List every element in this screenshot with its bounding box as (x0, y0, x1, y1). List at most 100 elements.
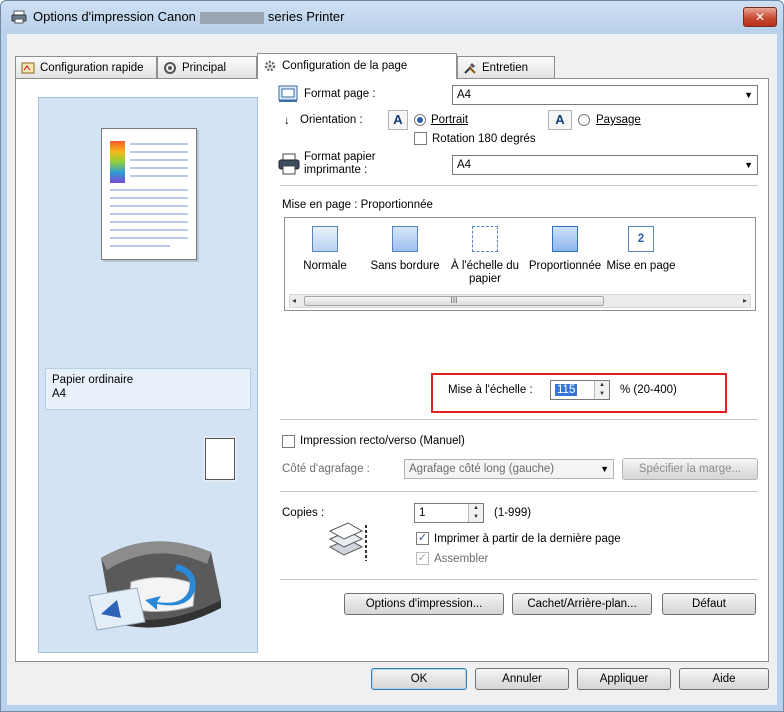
main-tab-icon (164, 62, 176, 74)
paper-orientation-thumbnail (205, 438, 235, 480)
preview-line (110, 245, 170, 247)
tab-page-setup[interactable]: Configuration de la page (257, 53, 457, 79)
copies-spin-buttons[interactable]: ▲ ▼ (468, 504, 483, 522)
printer-paper-size-select[interactable]: A4 ▼ (452, 155, 758, 175)
scaling-spin-buttons[interactable]: ▲ ▼ (594, 381, 609, 399)
page-size-value: A4 (457, 89, 472, 101)
print-options-window: Options d'impression Canon series Printer… (0, 0, 784, 712)
scrollbar-thumb[interactable]: III (304, 296, 604, 306)
landscape-label[interactable]: Paysage (596, 114, 641, 126)
layout-page-layout-label: Mise en page (606, 260, 676, 272)
page-size-select[interactable]: A4 ▼ (452, 85, 758, 105)
window-title: Options d'impression Canon series Printer (33, 9, 344, 24)
preview-line (110, 213, 188, 215)
layout-page-layout-icon: 2 (628, 226, 654, 252)
layout-normal-label: Normale (303, 260, 347, 272)
landscape-radio[interactable] (578, 114, 590, 126)
close-button[interactable]: ✕ (743, 7, 777, 27)
reverse-order-label[interactable]: Imprimer à partir de la dernière page (434, 533, 621, 545)
divider (280, 491, 758, 492)
defaults-button[interactable]: Défaut (662, 593, 756, 615)
layout-scaled[interactable]: Proportionnée (527, 226, 603, 273)
printer-paper-label-line2: imprimante : (304, 164, 368, 176)
spin-down-icon[interactable]: ▼ (595, 390, 609, 399)
dialog-client-area: Configuration rapide Principal Configura… (7, 34, 777, 705)
collate-label[interactable]: Assembler (434, 553, 488, 565)
preview-line (110, 221, 188, 223)
specify-margin-button[interactable]: Spécifier la marge... (622, 458, 758, 480)
preview-line (130, 167, 188, 169)
page-size-label: Format page : (304, 88, 376, 100)
scaling-value: 115 (555, 384, 578, 396)
window-title-prefix: Options d'impression Canon (33, 9, 196, 24)
media-info-box: Papier ordinaire A4 (45, 368, 251, 410)
divider (280, 419, 758, 420)
reverse-order-checkbox[interactable]: ✓ (416, 532, 429, 545)
paper-size-text: A4 (52, 388, 67, 400)
chevron-down-icon: ▼ (744, 90, 753, 100)
page-layout-list: Normale Sans bordure À l'échelle du papi… (284, 217, 756, 311)
print-options-button[interactable]: Options d'impression... (344, 593, 504, 615)
tab-quick-setup[interactable]: Configuration rapide (15, 56, 157, 78)
stapling-side-select[interactable]: Agrafage côté long (gauche) ▼ (404, 459, 614, 479)
preview-line (130, 151, 188, 153)
scaling-input[interactable]: 115 ▲ ▼ (550, 380, 610, 400)
duplex-checkbox[interactable] (282, 435, 295, 448)
divider (280, 579, 758, 580)
tab-main[interactable]: Principal (157, 56, 257, 78)
page-setup-panel: Papier ordinaire A4 Format page: A4 ▼ ↓… (15, 78, 769, 662)
collate-checkbox[interactable]: ✓ (416, 552, 429, 565)
page-layout-label: Mise en page : Proportionnée (282, 199, 433, 211)
rotate-180-label[interactable]: Rotation 180 degrés (432, 133, 536, 145)
printer-paper-label-line1: Format papier (304, 151, 376, 163)
portrait-radio[interactable] (414, 114, 426, 126)
scrollbar-grip: III (450, 296, 458, 305)
tab-page-setup-label: Configuration de la page (282, 60, 408, 72)
page-size-icon (278, 85, 298, 102)
layout-scaled-label: Proportionnée (528, 260, 602, 272)
stamp-background-button[interactable]: Cachet/Arrière-plan... (512, 593, 652, 615)
cancel-button[interactable]: Annuler (475, 668, 569, 690)
chevron-down-icon: ▼ (744, 160, 753, 170)
scaling-range: % (20-400) (620, 384, 677, 396)
spin-up-icon[interactable]: ▲ (469, 504, 483, 513)
layout-fit-to-page[interactable]: À l'échelle du papier (447, 226, 523, 286)
printer-icon (11, 10, 27, 24)
help-button[interactable]: Aide (679, 668, 769, 690)
printer-illustration (88, 541, 221, 631)
spin-down-icon[interactable]: ▼ (469, 513, 483, 522)
layout-borderless-icon (392, 226, 418, 252)
orientation-label: Orientation : (300, 114, 363, 126)
spin-up-icon[interactable]: ▲ (595, 381, 609, 390)
layout-horizontal-scrollbar[interactable]: ◂ III ▸ (289, 294, 751, 308)
scroll-right-icon[interactable]: ▸ (743, 295, 747, 307)
chevron-down-icon: ▼ (600, 464, 609, 474)
scaling-label: Mise à l'échelle : (448, 384, 533, 396)
orientation-arrow-icon: ↓ (284, 115, 290, 127)
tab-maintenance[interactable]: Entretien (457, 56, 555, 78)
layout-borderless[interactable]: Sans bordure (367, 226, 443, 273)
layout-fit-to-page-label: À l'échelle du papier (450, 260, 520, 285)
copies-value: 1 (419, 507, 426, 519)
landscape-icon: A (548, 110, 572, 130)
portrait-label[interactable]: Portrait (431, 114, 468, 126)
layout-normal[interactable]: Normale (287, 226, 363, 273)
ok-button[interactable]: OK (371, 668, 467, 690)
layout-borderless-label: Sans bordure (370, 260, 440, 272)
printer-paper-label: Format papier imprimante : (304, 151, 376, 177)
preview-line (130, 175, 188, 177)
stapling-side-label: Côté d'agrafage : (282, 463, 370, 475)
duplex-label[interactable]: Impression recto/verso (Manuel) (300, 435, 465, 447)
copies-input[interactable]: 1 ▲ ▼ (414, 503, 484, 523)
window-title-suffix: series Printer (267, 9, 345, 24)
preview-line (110, 205, 188, 207)
media-type-text: Papier ordinaire (52, 374, 134, 386)
printer-paper-icon (278, 153, 300, 175)
scroll-left-icon[interactable]: ◂ (292, 295, 296, 307)
rotate-180-checkbox[interactable] (414, 132, 427, 145)
layout-page-layout-badge: 2 (637, 233, 645, 245)
layout-page-layout[interactable]: 2 Mise en page (603, 226, 679, 273)
quick-setup-icon (21, 62, 35, 74)
apply-button[interactable]: Appliquer (577, 668, 671, 690)
page-setup-icon (264, 60, 276, 72)
